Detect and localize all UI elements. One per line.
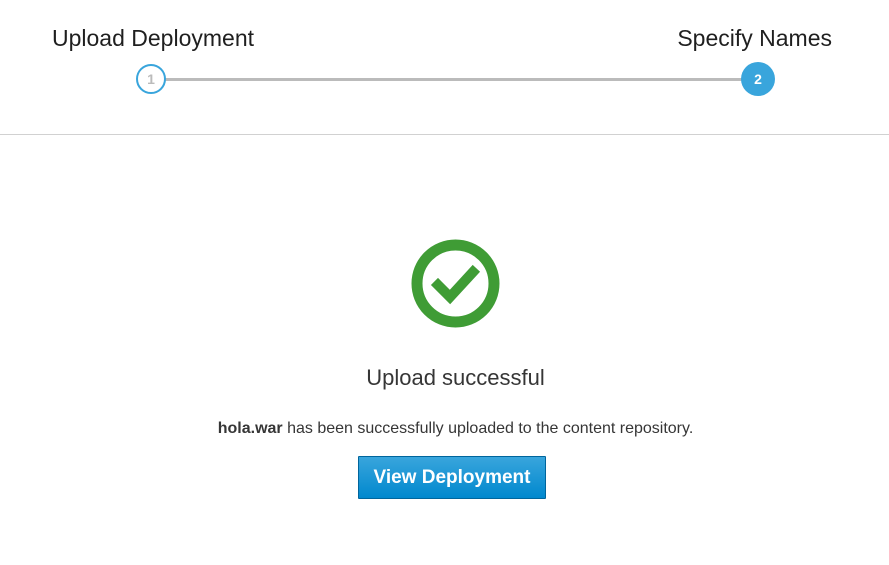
step-1-indicator[interactable]: 1 <box>136 64 166 94</box>
upload-result-panel: Upload successful hola.war has been succ… <box>0 136 889 565</box>
check-circle-icon <box>411 239 500 328</box>
result-message: hola.war has been successfully uploaded … <box>0 419 889 439</box>
step-2-indicator: 2 <box>741 62 775 96</box>
uploaded-filename: hola.war <box>217 420 283 437</box>
step-label-upload-deployment: Upload Deployment <box>52 25 255 51</box>
result-title: Upload successful <box>366 365 545 390</box>
view-deployment-button[interactable]: View Deployment <box>358 456 546 499</box>
result-message-text: has been successfully uploaded to the co… <box>282 420 694 437</box>
wizard-steps: Upload Deployment Specify Names 1 2 <box>0 0 889 135</box>
step-label-specify-names: Specify Names <box>677 25 832 51</box>
step-connector-line <box>152 78 758 81</box>
